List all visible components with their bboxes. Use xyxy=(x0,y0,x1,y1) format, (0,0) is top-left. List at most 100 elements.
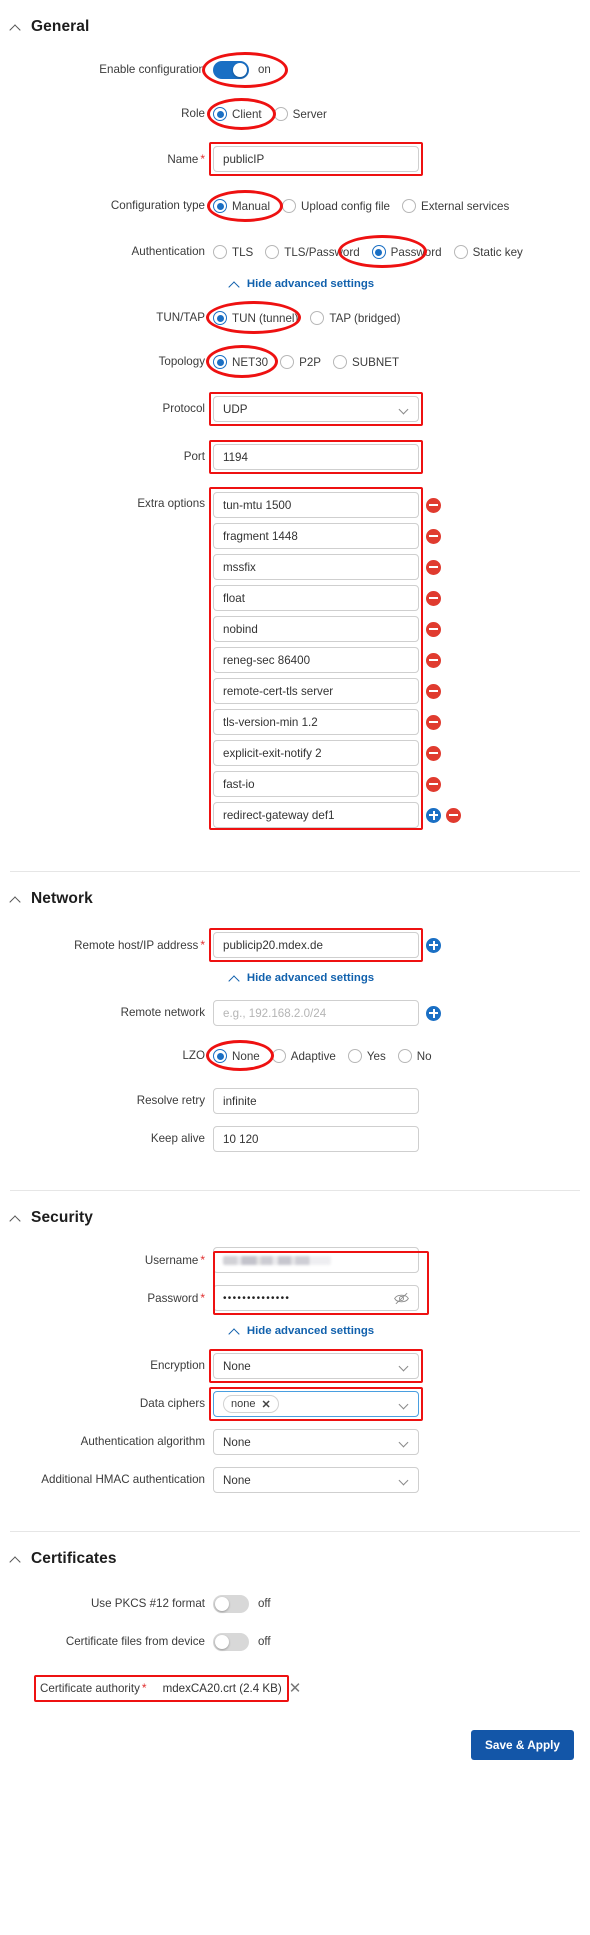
toggle-enable-configuration[interactable] xyxy=(213,61,249,79)
radio-dot-icon xyxy=(213,355,227,369)
radio-topology-p2p[interactable]: P2P xyxy=(280,355,321,369)
remove-extra-option-button[interactable] xyxy=(426,621,441,637)
advanced-settings-label: Hide advanced settings xyxy=(246,972,375,984)
remove-extra-option-button[interactable] xyxy=(426,590,441,606)
required-marker: * xyxy=(200,1290,205,1305)
remove-extra-option-button[interactable] xyxy=(426,652,441,668)
label-auth-algorithm: Authentication algorithm xyxy=(80,1435,205,1448)
input-resolve-retry[interactable]: infinite xyxy=(213,1088,419,1114)
select-protocol[interactable]: UDP xyxy=(213,396,419,422)
input-extra-option[interactable]: float xyxy=(213,585,419,611)
row-extra-options: Extra options tun-mtu 1500 fragment 1448 m… xyxy=(0,487,590,833)
section-header-security[interactable]: Security xyxy=(0,1191,590,1237)
input-remote-host[interactable]: publicip20.mdex.de xyxy=(213,932,419,958)
label-certificate-authority: Certificate authority xyxy=(40,1681,140,1695)
radio-tun-tunnel[interactable]: TUN (tunnel) xyxy=(213,311,298,325)
row-use-pkcs12: Use PKCS #12 format off xyxy=(0,1592,590,1616)
radio-label-static-key: Static key xyxy=(472,245,523,259)
select-encryption[interactable]: None xyxy=(213,1353,419,1379)
remove-extra-option-button[interactable] xyxy=(426,776,441,792)
section-header-general[interactable]: General xyxy=(0,0,590,46)
row-remote-host: Remote host/IP address * publicip20.mdex.… xyxy=(0,928,590,962)
input-name[interactable]: publicIP xyxy=(213,146,419,172)
add-remote-host-button[interactable] xyxy=(426,937,441,953)
radio-lzo-no[interactable]: No xyxy=(397,1049,432,1063)
remove-extra-option-button[interactable] xyxy=(426,528,441,544)
eye-off-icon[interactable] xyxy=(394,1292,409,1305)
label-username: Username * xyxy=(0,1253,213,1268)
input-password[interactable]: •••••••••••••• xyxy=(213,1285,419,1311)
input-extra-option[interactable]: tun-mtu 1500 xyxy=(213,492,419,518)
section-header-network[interactable]: Network xyxy=(0,872,590,918)
toggle-advanced-settings-network[interactable]: Hide advanced settings xyxy=(0,972,590,984)
radio-topology-net30[interactable]: NET30 xyxy=(213,355,268,369)
row-additional-hmac: Additional HMAC authentication None xyxy=(0,1467,590,1493)
select-auth-algorithm[interactable]: None xyxy=(213,1429,419,1455)
input-extra-option[interactable]: redirect-gateway def1 xyxy=(213,802,419,828)
select-data-ciphers[interactable]: none ✕ xyxy=(213,1391,419,1417)
toggle-advanced-settings-security[interactable]: Hide advanced settings xyxy=(0,1325,590,1337)
toggle-use-pkcs12[interactable] xyxy=(213,1595,249,1613)
section-header-certificates[interactable]: Certificates xyxy=(0,1532,590,1578)
radio-label-subnet: SUBNET xyxy=(352,355,400,369)
chevron-up-icon xyxy=(230,1326,241,1337)
input-username[interactable] xyxy=(213,1247,419,1273)
toggle-cert-files-from-device[interactable] xyxy=(213,1633,249,1651)
save-and-apply-button[interactable]: Save & Apply xyxy=(471,1730,574,1760)
input-port[interactable]: 1194 xyxy=(213,444,419,470)
radio-auth-static-key[interactable]: Static key xyxy=(453,245,523,259)
radio-auth-password[interactable]: Password xyxy=(371,245,442,259)
label-configuration-type: Configuration type xyxy=(110,199,205,212)
input-extra-option[interactable]: tls-version-min 1.2 xyxy=(213,709,419,735)
radio-dot-icon xyxy=(265,245,280,259)
label-password: Password * xyxy=(0,1291,213,1306)
input-extra-option-value: mssfix xyxy=(223,560,256,574)
chip-data-cipher[interactable]: none ✕ xyxy=(223,1395,279,1413)
radio-role-server[interactable]: Server xyxy=(273,107,327,121)
radio-label-adaptive: Adaptive xyxy=(290,1049,336,1063)
remove-extra-option-button[interactable] xyxy=(426,745,441,761)
row-topology: Topology NET30 P2P SUBNET xyxy=(0,345,590,378)
add-extra-option-button[interactable] xyxy=(426,807,441,823)
label-cert-files-from-device: Certificate files from device xyxy=(65,1635,205,1648)
input-remote-network[interactable]: e.g., 192.168.2.0/24 xyxy=(213,1000,419,1026)
toggle-state-enable-configuration: on xyxy=(258,64,271,76)
remove-extra-option-button[interactable] xyxy=(426,714,441,730)
input-extra-option[interactable]: fragment 1448 xyxy=(213,523,419,549)
label-enable-configuration: Enable configuration xyxy=(99,63,205,76)
remove-extra-option-button[interactable] xyxy=(426,559,441,575)
input-extra-option[interactable]: mssfix xyxy=(213,554,419,580)
remove-extra-option-button[interactable] xyxy=(446,807,461,823)
radio-config-type-external[interactable]: External services xyxy=(401,199,510,213)
remove-extra-option-button[interactable] xyxy=(426,497,441,513)
input-extra-option[interactable]: reneg-sec 86400 xyxy=(213,647,419,673)
radio-tap-bridged[interactable]: TAP (bridged) xyxy=(310,311,400,325)
radio-topology-subnet[interactable]: SUBNET xyxy=(333,355,399,369)
radio-label-external-services: External services xyxy=(420,199,510,213)
input-extra-option[interactable]: remote-cert-tls server xyxy=(213,678,419,704)
section-title-general: General xyxy=(31,18,90,35)
radio-lzo-none[interactable]: None xyxy=(213,1049,260,1063)
input-keep-alive[interactable]: 10 120 xyxy=(213,1126,419,1152)
toggle-state-use-pkcs12: off xyxy=(258,1598,271,1610)
radio-config-type-upload[interactable]: Upload config file xyxy=(282,199,390,213)
extra-option-row: tls-version-min 1.2 xyxy=(213,709,590,735)
remove-certificate-icon[interactable]: ✕ xyxy=(289,1681,302,1696)
input-extra-option[interactable]: nobind xyxy=(213,616,419,642)
input-extra-option[interactable]: explicit-exit-notify 2 xyxy=(213,740,419,766)
radio-lzo-adaptive[interactable]: Adaptive xyxy=(271,1049,336,1063)
chip-remove-icon[interactable]: ✕ xyxy=(261,1398,270,1411)
input-extra-option[interactable]: fast-io xyxy=(213,771,419,797)
radio-config-type-manual[interactable]: Manual xyxy=(213,199,270,213)
radio-auth-tls[interactable]: TLS xyxy=(213,245,253,259)
required-marker: * xyxy=(200,1252,205,1267)
label-name-text: Name xyxy=(167,152,199,166)
radio-lzo-yes[interactable]: Yes xyxy=(347,1049,386,1063)
radio-role-client[interactable]: Client xyxy=(213,107,262,121)
toggle-advanced-settings-general[interactable]: Hide advanced settings xyxy=(0,278,590,290)
add-remote-network-button[interactable] xyxy=(426,1005,441,1021)
select-additional-hmac[interactable]: None xyxy=(213,1467,419,1493)
remove-extra-option-button[interactable] xyxy=(426,683,441,699)
radio-auth-tls-password[interactable]: TLS/Password xyxy=(265,245,360,259)
label-authentication: Authentication xyxy=(131,245,205,258)
